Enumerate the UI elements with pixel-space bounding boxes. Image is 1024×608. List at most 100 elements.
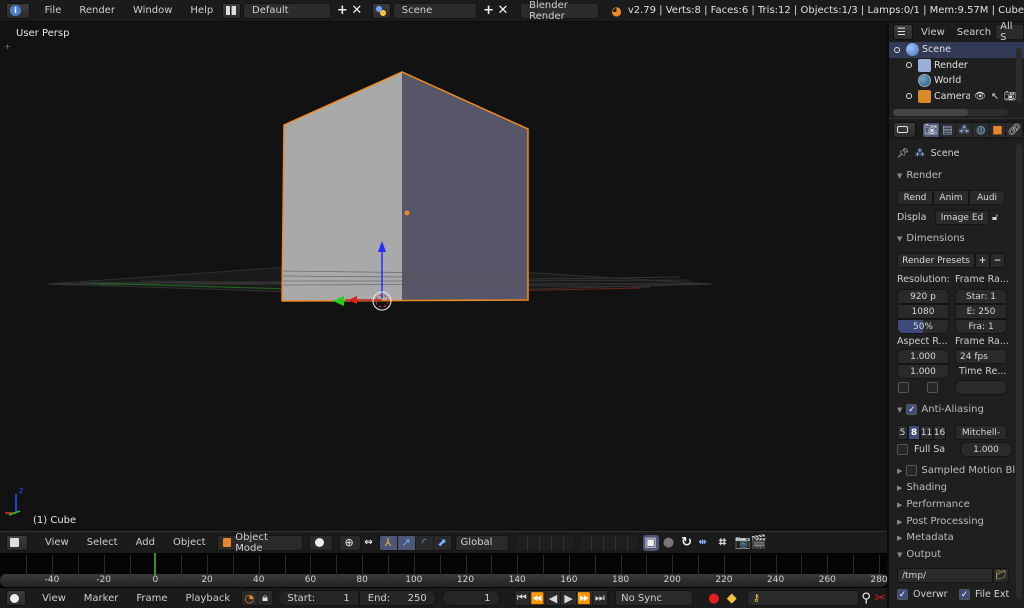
layers-group-1[interactable] bbox=[514, 534, 575, 551]
frame-start-field[interactable]: Star: 1 bbox=[955, 289, 1007, 304]
expand-icon[interactable] bbox=[906, 62, 912, 69]
opengl-render-image-icon[interactable]: 📷 bbox=[734, 535, 750, 551]
preview-range-icon[interactable]: ◔ bbox=[242, 591, 258, 605]
render-presets-dropdown[interactable]: Render Presets bbox=[897, 253, 975, 268]
scene-selector[interactable] bbox=[371, 2, 391, 19]
outliner-item-render[interactable]: Render bbox=[889, 58, 1024, 74]
anti-aliasing-checkbox[interactable] bbox=[906, 404, 918, 415]
remove-scene-icon[interactable]: ✕ bbox=[496, 3, 510, 19]
play-reverse-icon[interactable]: ◀ bbox=[546, 591, 562, 605]
editor-type-outliner-button[interactable]: ☰ bbox=[893, 24, 914, 40]
next-keyframe-icon[interactable]: ⏩ bbox=[577, 591, 593, 605]
filter-size-field[interactable]: 1.000 bbox=[960, 442, 1012, 457]
manipulator-move-icon[interactable]: ↗ bbox=[397, 535, 416, 550]
visibility-eye-icon[interactable]: 👁︎ bbox=[974, 91, 986, 102]
menu-select[interactable]: Select bbox=[78, 537, 127, 548]
menu-render[interactable]: Render bbox=[70, 5, 124, 16]
outliner-v-scrollbar[interactable] bbox=[1016, 48, 1022, 103]
pivot-point-dropdown[interactable]: ⊕ bbox=[338, 534, 361, 551]
render-image-button[interactable]: Rend bbox=[897, 190, 933, 205]
screen-layout-selector[interactable] bbox=[222, 2, 241, 19]
motion-blur-checkbox[interactable] bbox=[906, 465, 918, 476]
collapse-icon[interactable] bbox=[894, 46, 900, 53]
timeline-area[interactable]: -40 -20 0 20 40 60 80 100 120 140 160 180 200 220 240 2… bbox=[0, 553, 887, 588]
manipulator-rotate-icon[interactable]: ◜ bbox=[416, 535, 434, 550]
play-icon[interactable]: ▶ bbox=[561, 591, 577, 605]
render-animation-button[interactable]: Anim bbox=[933, 190, 969, 205]
properties-scrollbar[interactable] bbox=[1016, 144, 1022, 599]
jump-start-icon[interactable]: ⏮ bbox=[515, 591, 531, 605]
performance-panel-header[interactable]: ▶ Performance bbox=[897, 499, 970, 510]
add-scene-icon[interactable]: + bbox=[481, 3, 495, 19]
viewport-shading-dropdown[interactable] bbox=[308, 534, 333, 551]
screen-layout-field[interactable]: Default bbox=[243, 2, 332, 19]
render-panel-header[interactable]: ▼ Render bbox=[897, 170, 942, 181]
editor-type-info-button[interactable]: i bbox=[6, 2, 31, 19]
insert-keyframe-icon[interactable]: ⚲ bbox=[859, 590, 873, 606]
snap-target-icon[interactable]: ⌗ bbox=[715, 535, 731, 551]
output-path-field[interactable]: /tmp/ bbox=[897, 568, 993, 583]
outliner-item-scene[interactable]: Scene bbox=[889, 42, 1024, 58]
menu-view[interactable]: View bbox=[36, 537, 78, 548]
dimensions-panel-header[interactable]: ▼ Dimensions bbox=[897, 233, 965, 244]
tab-render-layers-icon[interactable]: ▤ bbox=[940, 122, 957, 137]
renderability-camera-icon[interactable]: 📷︎ bbox=[1004, 91, 1016, 102]
aa-sample-5[interactable]: 5 bbox=[897, 425, 908, 440]
overwrite-checkbox[interactable] bbox=[897, 589, 908, 600]
frame-step-field[interactable]: Fra: 1 bbox=[955, 319, 1007, 334]
tab-object-icon[interactable]: ■ bbox=[990, 122, 1007, 137]
menu-add[interactable]: Add bbox=[127, 537, 164, 548]
3d-viewport[interactable]: + User Persp z (1) Cube bbox=[0, 22, 887, 531]
record-icon[interactable]: ● bbox=[707, 590, 721, 606]
transform-orientation-dropdown[interactable]: Global bbox=[454, 534, 509, 551]
outliner-h-scrollbar[interactable] bbox=[893, 109, 1008, 116]
current-frame-indicator[interactable] bbox=[154, 553, 157, 575]
timeline-ruler[interactable] bbox=[0, 574, 887, 587]
tab-constraints-icon[interactable]: 🔗︎ bbox=[1006, 122, 1023, 137]
resolution-x-field[interactable]: 920 p bbox=[897, 289, 949, 304]
manipulator-scale-icon[interactable]: ⬈ bbox=[434, 535, 452, 550]
crop-checkbox[interactable] bbox=[927, 382, 938, 393]
aa-sample-11[interactable]: 11 bbox=[920, 425, 933, 440]
snap-toggle-icon[interactable]: ↻ bbox=[679, 535, 695, 551]
menu-file[interactable]: File bbox=[36, 5, 71, 16]
resolution-percentage-slider[interactable]: 50% bbox=[897, 319, 949, 334]
tab-render-icon[interactable]: 📷︎ bbox=[922, 122, 940, 137]
render-audio-button[interactable]: Audi bbox=[969, 190, 1005, 205]
file-extensions-checkbox[interactable] bbox=[959, 589, 970, 600]
opengl-render-animation-icon[interactable]: 🎬 bbox=[750, 535, 766, 551]
aa-sample-16[interactable]: 16 bbox=[933, 425, 946, 440]
jump-end-icon[interactable]: ⏭ bbox=[593, 591, 609, 605]
keyframe-type-icon[interactable]: ◆ bbox=[725, 590, 739, 606]
frame-rate-dropdown[interactable]: 24 fps bbox=[955, 349, 1007, 364]
current-frame-field[interactable]: 1 bbox=[441, 590, 500, 606]
resolution-y-field[interactable]: 1080 bbox=[897, 304, 949, 319]
snap-element-icon[interactable]: ⇹ bbox=[695, 535, 711, 551]
selectability-cursor-icon[interactable]: ↖ bbox=[991, 91, 999, 102]
menu-window[interactable]: Window bbox=[124, 5, 181, 16]
menu-object[interactable]: Object bbox=[164, 537, 215, 548]
manipulator-toggle-icon[interactable]: ⇔ bbox=[361, 535, 377, 551]
end-frame-field[interactable]: End: 250 bbox=[358, 590, 436, 606]
tab-world-icon[interactable]: ◍ bbox=[973, 122, 990, 137]
manipulator-translate-icon[interactable]: ⅄ bbox=[379, 535, 398, 550]
post-processing-panel-header[interactable]: ▶ Post Processing bbox=[897, 516, 984, 527]
area-divider[interactable] bbox=[887, 22, 889, 608]
menu-playback[interactable]: Playback bbox=[177, 593, 240, 604]
proportional-edit-icon[interactable]: ● bbox=[661, 535, 677, 551]
outliner-menu-search[interactable]: Search bbox=[953, 27, 995, 38]
tab-scene-icon[interactable]: ⁂ bbox=[956, 122, 973, 137]
delete-keyframe-icon[interactable]: ✂ bbox=[873, 590, 887, 606]
lock-interface-icon[interactable]: 🔓︎ bbox=[992, 212, 998, 223]
display-mode-dropdown[interactable]: Image Ed bbox=[935, 210, 989, 225]
outliner-item-camera[interactable]: Camera 👁︎ ↖ 📷︎ bbox=[889, 89, 1024, 105]
full-sample-checkbox[interactable] bbox=[897, 444, 908, 455]
add-layout-icon[interactable]: + bbox=[335, 3, 349, 19]
anti-aliasing-panel-header[interactable]: ▼ Anti-Aliasing bbox=[897, 404, 984, 415]
add-preset-button[interactable]: + bbox=[975, 253, 990, 268]
aa-sample-8[interactable]: 8 bbox=[908, 425, 920, 440]
time-remap-fields[interactable] bbox=[955, 380, 1007, 395]
layers-group-2[interactable] bbox=[578, 534, 639, 551]
start-frame-field[interactable]: Start: 1 bbox=[278, 590, 359, 606]
metadata-panel-header[interactable]: ▶ Metadata bbox=[897, 532, 954, 543]
